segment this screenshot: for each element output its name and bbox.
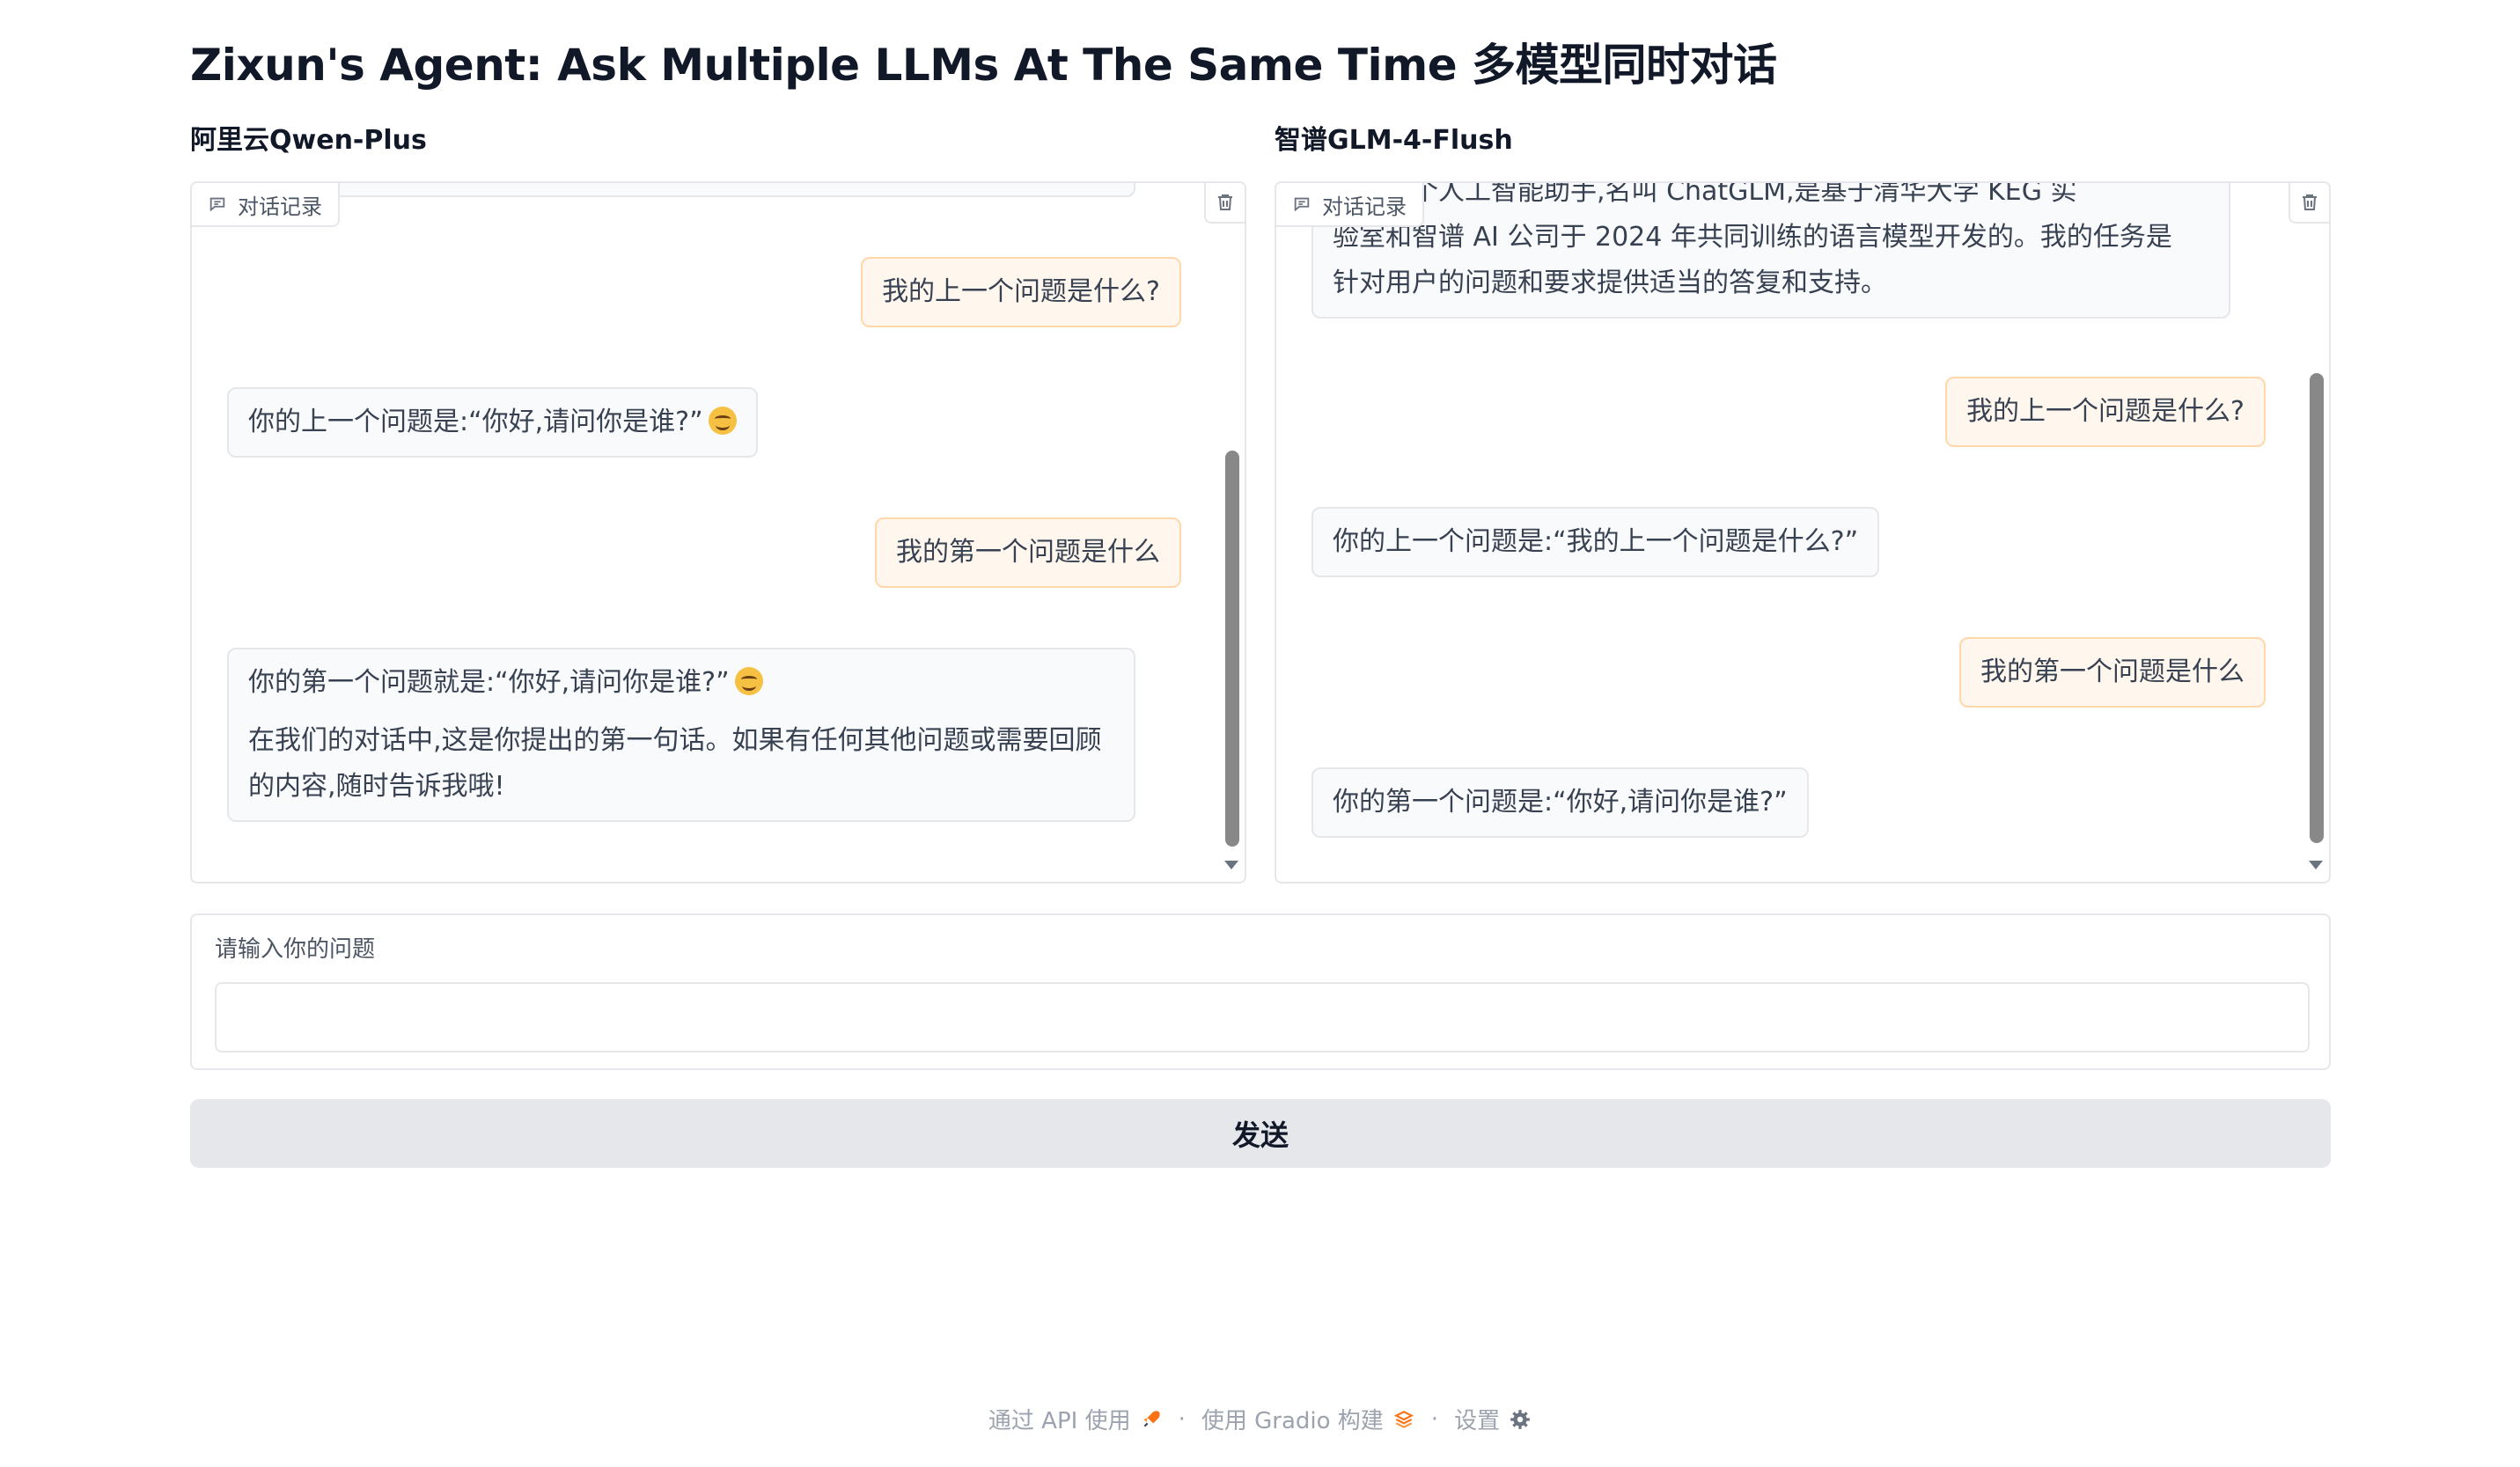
gear-icon — [1510, 1409, 1530, 1429]
smiling-face-icon — [708, 407, 737, 435]
left-panel-label: 阿里云Qwen-Plus — [190, 125, 427, 156]
page-title: Zixun's Agent: Ask Multiple LLMs At The … — [190, 40, 1777, 91]
footer-separator: · — [1178, 1405, 1186, 1433]
gradio-logo-icon — [1393, 1410, 1414, 1428]
chat-bubble-icon — [1294, 197, 1310, 212]
chat-history-tag: 对话记录 — [192, 183, 340, 227]
right-panel-label: 智谱GLM-4-Flush — [1275, 125, 1513, 156]
chat-message-user: 我的上一个问题是什么? — [861, 257, 1181, 327]
use-via-api-link[interactable]: 通过 API 使用 — [988, 1403, 1163, 1435]
chat-message-user: 我的上一个问题是什么? — [1945, 377, 2266, 447]
app-root: Zixun's Agent: Ask Multiple LLMs At The … — [0, 0, 2520, 1467]
footer: 通过 API 使用 · 使用 Gradio 构建 · 设置 — [0, 1403, 2520, 1435]
scrollbar[interactable] — [2308, 224, 2325, 873]
chat-message-bot: 你的上一个问题是:“我的上一个问题是什么?” — [1311, 507, 1880, 577]
chat-message-user: 我的第一个问题是什么 — [875, 517, 1181, 588]
chat-message-bot: 你的上一个问题是:“你好,请问你是谁?” — [227, 387, 758, 458]
question-input[interactable] — [215, 982, 2310, 1053]
chat-message-bot: 我是一个人工智能助手,名叫 ChatGLM,是基于清华大学 KEG 实 验室和智… — [1311, 183, 2230, 319]
chat-message-bot: 你的第一个问题是:“你好,请问你是谁?” — [1311, 767, 1809, 838]
chat-message-bot — [227, 183, 1135, 197]
scrollbar[interactable] — [1223, 224, 1241, 873]
question-input-label: 请输入你的问题 — [215, 936, 376, 963]
footer-separator: · — [1430, 1405, 1439, 1433]
chat-message-user: 我的第一个问题是什么 — [1959, 637, 2266, 708]
chat-bubble-icon — [209, 197, 225, 212]
question-input-group: 请输入你的问题 — [190, 913, 2331, 1070]
chat-message-bot: 你的第一个问题就是:“你好,请问你是谁?” 在我们的对话中,这是你提出的第一句话… — [227, 648, 1135, 822]
scrollbar-thumb[interactable] — [2310, 373, 2324, 843]
chat-history-tag-label: 对话记录 — [238, 194, 322, 219]
send-button[interactable]: 发送 — [190, 1099, 2331, 1168]
rocket-icon — [1142, 1410, 1160, 1427]
trash-icon — [1218, 194, 1232, 210]
settings-link[interactable]: 设置 — [1454, 1403, 1532, 1435]
trash-icon — [2303, 194, 2317, 210]
left-chatbot[interactable]: 对话记录 我的上一个问题是什么? 你的上一个问题是:“你好,请问你是谁?” 我的… — [190, 181, 1246, 884]
right-chatbot[interactable]: 我是一个人工智能助手,名叫 ChatGLM,是基于清华大学 KEG 实 验室和智… — [1275, 181, 2331, 884]
smiling-face-icon — [734, 667, 763, 695]
scroll-down-icon[interactable] — [1224, 861, 1238, 869]
scrollbar-thumb[interactable] — [1225, 451, 1239, 847]
clear-chat-button[interactable] — [2289, 183, 2329, 224]
clear-chat-button[interactable] — [1204, 183, 1245, 224]
built-with-gradio-link[interactable]: 使用 Gradio 构建 — [1201, 1403, 1415, 1435]
scroll-down-icon[interactable] — [2309, 861, 2323, 869]
chat-history-tag-label: 对话记录 — [1322, 194, 1407, 219]
chat-history-tag: 对话记录 — [1276, 183, 1424, 227]
